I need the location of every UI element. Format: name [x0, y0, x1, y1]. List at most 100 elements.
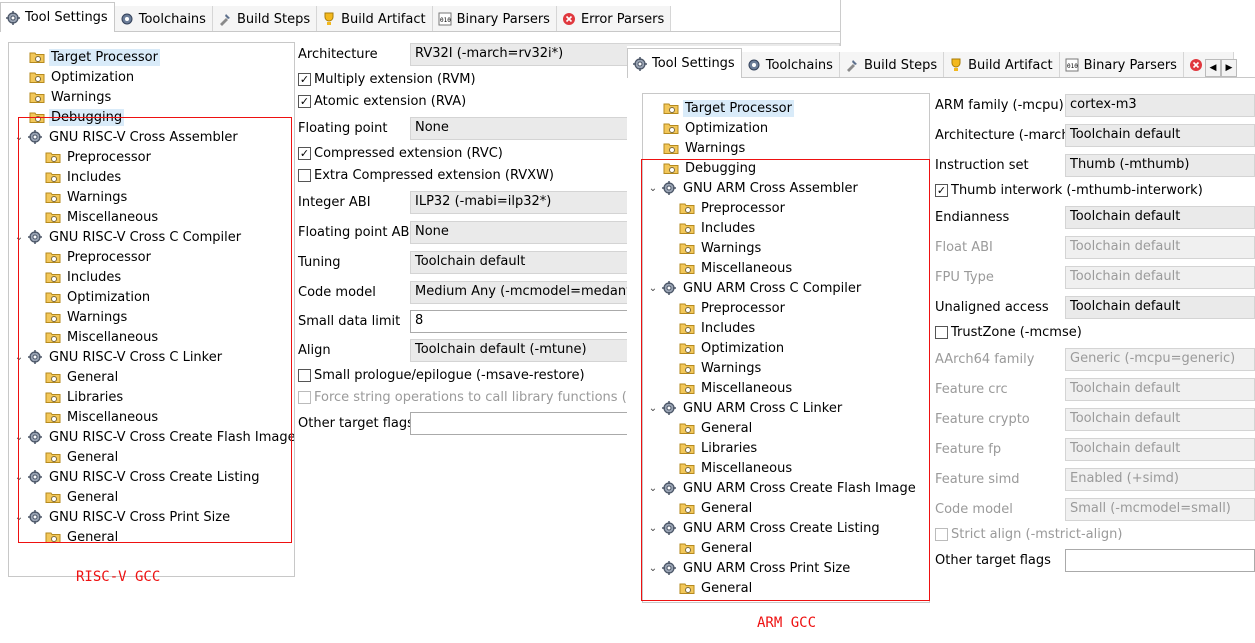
- tree-item[interactable]: Target Processor: [663, 98, 794, 118]
- option-label: Tuning: [298, 255, 341, 270]
- build-artifact-icon: [948, 57, 964, 73]
- tool-settings-icon: [632, 56, 648, 72]
- option-select[interactable]: Toolchain default: [1065, 296, 1255, 319]
- tab-build-steps[interactable]: Build Steps: [212, 6, 318, 32]
- arm-tool-settings-panel: Tool Settings Toolchains Build Steps Build …: [627, 46, 1255, 643]
- checkbox-checked-icon[interactable]: ✓: [935, 184, 948, 197]
- option-checkbox[interactable]: Force string operations to call library …: [298, 390, 665, 405]
- tab-error-parsers[interactable]: Error Parsers: [556, 6, 672, 32]
- option-label: Other target flags: [298, 416, 414, 431]
- option-label: Code model: [298, 285, 376, 300]
- option-checkbox[interactable]: Small prologue/epilogue (-msave-restore): [298, 368, 585, 383]
- folder-settings-icon: [29, 89, 45, 105]
- option-select: Generic (-mcpu=generic): [1065, 348, 1255, 371]
- option-checkbox[interactable]: ✓ Thumb interwork (-mthumb-interwork): [935, 183, 1203, 198]
- option-checkbox[interactable]: ✓ Compressed extension (RVC): [298, 146, 503, 161]
- option-checkbox[interactable]: Extra Compressed extension (RVXW): [298, 168, 554, 183]
- option-label: Feature fp: [935, 442, 1002, 457]
- tab-label: Tool Settings: [652, 56, 735, 71]
- error-parsers-icon: [561, 11, 577, 27]
- option-checkbox[interactable]: ✓ Multiply extension (RVM): [298, 72, 476, 87]
- option-label: Feature simd: [935, 472, 1020, 487]
- checkbox-label: Compressed extension (RVC): [314, 146, 503, 161]
- build-steps-icon: [844, 57, 860, 73]
- option-checkbox: Strict align (-mstrict-align): [935, 527, 1122, 542]
- tab-toolchains[interactable]: Toolchains: [741, 52, 840, 78]
- option-label: Endianness: [935, 210, 1010, 225]
- checkbox-label: Small prologue/epilogue (-msave-restore): [314, 368, 585, 383]
- tab-build-steps[interactable]: Build Steps: [839, 52, 945, 78]
- checkbox-unchecked-icon[interactable]: [298, 169, 311, 182]
- tab-baseline: [0, 31, 840, 32]
- tree-item[interactable]: Optimization: [663, 118, 770, 138]
- tree-item-label: Warnings: [685, 140, 746, 156]
- folder-settings-icon: [663, 140, 679, 156]
- tree-item-label: Warnings: [51, 89, 112, 105]
- tab-binary-parsers[interactable]: 010 Binary Parsers: [432, 6, 557, 32]
- checkbox-label: Force string operations to call library …: [314, 390, 665, 405]
- option-select[interactable]: Toolchain default: [1065, 206, 1255, 229]
- option-select[interactable]: cortex-m3: [1065, 94, 1255, 117]
- tree-item-label: Optimization: [685, 120, 769, 136]
- checkbox-checked-icon[interactable]: ✓: [298, 73, 311, 86]
- option-label: Architecture: [298, 47, 378, 62]
- checkbox-unchecked-icon[interactable]: [298, 369, 311, 382]
- tab-build-artifact[interactable]: Build Artifact: [317, 6, 433, 32]
- option-label: Small data limit: [298, 314, 401, 329]
- option-select: Toolchain default: [1065, 378, 1255, 401]
- option-label: Floating point: [298, 121, 388, 136]
- checkbox-label: Multiply extension (RVM): [314, 72, 476, 87]
- highlight-box: [18, 117, 292, 543]
- checkbox-checked-icon[interactable]: ✓: [298, 95, 311, 108]
- option-text-input[interactable]: [1065, 549, 1255, 572]
- option-label: Feature crc: [935, 382, 1008, 397]
- option-label: Floating point ABI: [298, 225, 414, 240]
- option-checkbox[interactable]: ✓ Atomic extension (RVA): [298, 94, 466, 109]
- option-label: ARM family (-mcpu): [935, 98, 1064, 113]
- option-label: Float ABI: [935, 240, 993, 255]
- tab-label: Error Parsers: [580, 11, 665, 27]
- tree-item-label: Optimization: [51, 69, 135, 85]
- tab-scroll-right-button[interactable]: ▶: [1221, 59, 1237, 77]
- tab-bar: Tool Settings Toolchains Build Steps Build …: [0, 0, 672, 32]
- tab-tool-settings[interactable]: Tool Settings: [627, 48, 742, 78]
- option-select: Enabled (+simd): [1065, 468, 1255, 491]
- binary-parsers-icon: 010: [437, 11, 453, 27]
- option-select: Toolchain default: [1065, 266, 1255, 289]
- tab-label: Tool Settings: [25, 10, 108, 25]
- checkbox-label: TrustZone (-mcmse): [951, 325, 1082, 340]
- annotation-label: ARM GCC: [757, 615, 817, 631]
- tab-label: Toolchains: [138, 11, 206, 27]
- tab-label: Build Steps: [236, 11, 311, 27]
- checkbox-label: Strict align (-mstrict-align): [951, 527, 1123, 542]
- option-select[interactable]: Toolchain default: [1065, 124, 1255, 147]
- tab-binary-parsers[interactable]: 010 Binary Parsers: [1059, 52, 1184, 78]
- tab-bar: Tool Settings Toolchains Build Steps Build …: [627, 46, 1234, 78]
- folder-settings-icon: [663, 120, 679, 136]
- option-label: Integer ABI: [298, 195, 371, 210]
- tree-item[interactable]: Target Processor: [29, 47, 160, 67]
- checkbox-label: Extra Compressed extension (RVXW): [314, 168, 555, 183]
- tree-item[interactable]: Warnings: [663, 138, 747, 158]
- tree-item[interactable]: Warnings: [29, 87, 113, 107]
- tab-toolchains[interactable]: Toolchains: [114, 6, 213, 32]
- tab-label: Build Artifact: [968, 57, 1053, 73]
- tab-build-artifact[interactable]: Build Artifact: [944, 52, 1060, 78]
- checkbox-unchecked-icon[interactable]: [298, 391, 311, 404]
- tree-item[interactable]: Optimization: [29, 67, 136, 87]
- checkbox-label: Thumb interwork (-mthumb-interwork): [951, 183, 1203, 198]
- tab-label: Build Artifact: [341, 11, 426, 27]
- option-label: Code model: [935, 502, 1013, 517]
- checkbox-checked-icon[interactable]: ✓: [298, 147, 311, 160]
- toolchains-icon: [119, 11, 135, 27]
- option-select: Toolchain default: [1065, 408, 1255, 431]
- option-checkbox[interactable]: TrustZone (-mcmse): [935, 325, 1082, 340]
- build-steps-icon: [217, 11, 233, 27]
- tab-tool-settings[interactable]: Tool Settings: [0, 2, 115, 32]
- tab-scroll-left-button[interactable]: ◀: [1205, 59, 1221, 77]
- option-select[interactable]: Thumb (-mthumb): [1065, 154, 1255, 177]
- checkbox-unchecked-icon[interactable]: [935, 326, 948, 339]
- options-form: ARM family (-mcpu) cortex-m3 Architecture …: [935, 93, 1255, 583]
- checkbox-label: Atomic extension (RVA): [314, 94, 467, 109]
- option-label: Feature crypto: [935, 412, 1030, 427]
